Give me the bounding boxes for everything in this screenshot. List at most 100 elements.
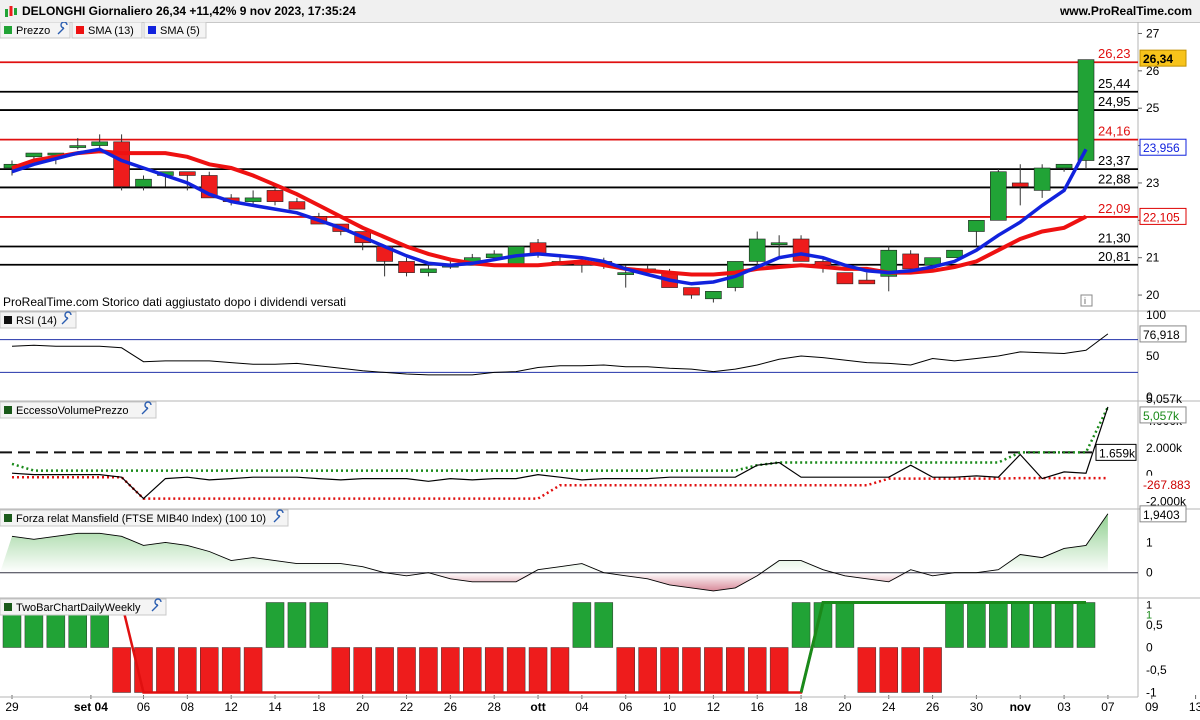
candle[interactable] [1055, 163, 1073, 169]
twobar-bar[interactable] [835, 602, 855, 648]
info-icon-glyph: i [1084, 296, 1086, 306]
x-axis-label: 06 [619, 700, 633, 714]
site-link[interactable]: www.ProRealTime.com [1060, 4, 1192, 18]
twobar-bar[interactable] [901, 647, 920, 693]
candle[interactable] [69, 145, 87, 148]
twobar-bar[interactable] [1054, 602, 1074, 648]
candle[interactable] [1077, 59, 1095, 161]
chart-header: DELONGHI Giornaliero 26,34 +11,42% 9 nov… [0, 0, 1200, 23]
twobar-bar[interactable] [156, 647, 175, 693]
candle[interactable] [420, 268, 437, 273]
twobar-bar[interactable] [265, 602, 285, 648]
rsi-axis-label: 50 [1146, 349, 1160, 363]
candle[interactable] [705, 291, 722, 300]
price-axis-label: 23 [1146, 176, 1160, 190]
x-axis-label: 18 [794, 700, 808, 714]
evp-axis-label: 2.000k [1146, 441, 1183, 455]
twobar-bar[interactable] [178, 647, 197, 693]
legend-swatch-icon [76, 26, 84, 34]
twobar-bar[interactable] [1076, 602, 1096, 648]
x-axis-label: 28 [488, 700, 502, 714]
twobar-bar[interactable] [528, 647, 548, 693]
twobar-bar[interactable] [463, 647, 482, 693]
twobar-bar[interactable] [221, 647, 241, 693]
candle[interactable] [968, 220, 985, 232]
evp-top-label: 5,057k [1146, 392, 1183, 406]
candle[interactable] [748, 238, 766, 262]
twobar-bar[interactable] [923, 647, 942, 693]
twobar-bar[interactable] [200, 647, 219, 693]
candle[interactable] [91, 141, 108, 146]
candle[interactable] [946, 249, 963, 258]
candle[interactable] [858, 279, 876, 285]
twobar-bar[interactable] [945, 602, 964, 648]
twobar-bar[interactable] [616, 647, 635, 693]
twobar-bar[interactable] [989, 602, 1008, 648]
mansfield-tag: 1,9403 [1143, 508, 1180, 522]
candle[interactable] [135, 178, 152, 187]
twobar-bar[interactable] [441, 647, 460, 693]
x-axis-label: 26 [926, 700, 940, 714]
twobar-bar[interactable] [769, 647, 789, 693]
candle[interactable] [398, 261, 415, 273]
legend-sma5-label: SMA (5) [160, 25, 200, 37]
twobar-bar[interactable] [287, 602, 307, 648]
twobar-bar[interactable] [550, 647, 570, 693]
candle[interactable] [617, 272, 635, 275]
candle[interactable] [244, 197, 262, 202]
twobar-bar[interactable] [726, 647, 745, 693]
twobar-bar[interactable] [484, 647, 504, 693]
twobar-bar[interactable] [660, 647, 679, 693]
x-axis-label: 04 [575, 700, 589, 714]
candle[interactable] [1033, 167, 1051, 191]
twobar-bar[interactable] [594, 602, 614, 648]
candle[interactable] [179, 171, 196, 176]
sma13-tag: 22,105 [1143, 210, 1180, 224]
twobar-bar[interactable] [857, 647, 877, 693]
twobar-bar[interactable] [967, 602, 986, 648]
twobar-bar[interactable] [638, 647, 657, 693]
twobar-tag-b: 1 [1146, 610, 1152, 622]
x-axis-label: 08 [181, 700, 195, 714]
chart-area[interactable]: 27 26 25 24 23 22 21 20 26,23 25,44 24,95 24,16 23,3… [0, 22, 1200, 720]
twobar-bar[interactable] [243, 647, 263, 693]
level-label: 26,23 [1098, 46, 1131, 61]
candle[interactable] [792, 238, 810, 262]
candle[interactable] [836, 272, 854, 285]
x-axis-label: ott [530, 700, 545, 714]
twobar-bar[interactable] [353, 647, 372, 693]
level-label: 23,37 [1098, 153, 1131, 168]
x-axis-label: 13 [1189, 700, 1200, 714]
twobar-bar[interactable] [506, 647, 526, 693]
twobar-bar[interactable] [375, 647, 394, 693]
sma5-tag: 23,956 [1143, 141, 1180, 155]
twobar-bar[interactable] [704, 647, 723, 693]
twobar-bar[interactable] [682, 647, 701, 693]
twobar-bar[interactable] [879, 647, 898, 693]
candle[interactable] [1011, 182, 1029, 187]
info-icon[interactable] [1080, 294, 1093, 307]
legend-rsi-label: RSI (14) [16, 315, 57, 327]
candle[interactable] [266, 190, 284, 202]
twobar-bar[interactable] [309, 602, 329, 648]
candle[interactable] [902, 253, 919, 270]
level-label: 22,88 [1098, 171, 1131, 186]
candle[interactable] [288, 201, 306, 210]
level-label: 24,95 [1098, 94, 1131, 109]
x-axis-label: 22 [400, 700, 414, 714]
twobar-bar[interactable] [397, 647, 416, 693]
twobar-bar[interactable] [1032, 602, 1052, 648]
twobar-bar[interactable] [419, 647, 438, 693]
twobar-bar[interactable] [331, 647, 351, 693]
candle[interactable] [683, 287, 700, 296]
candle[interactable] [770, 242, 788, 246]
twobar-bar[interactable] [572, 602, 592, 648]
twobar-bar[interactable] [1010, 602, 1030, 648]
twobar-bar[interactable] [747, 647, 767, 693]
twobar-bar[interactable] [791, 602, 811, 648]
x-axis-label: 14 [268, 700, 282, 714]
twobar-bar[interactable] [112, 647, 131, 693]
candle[interactable] [990, 171, 1007, 221]
legend-evp-label: EccessoVolumePrezzo [16, 405, 129, 417]
candle[interactable] [25, 152, 43, 158]
